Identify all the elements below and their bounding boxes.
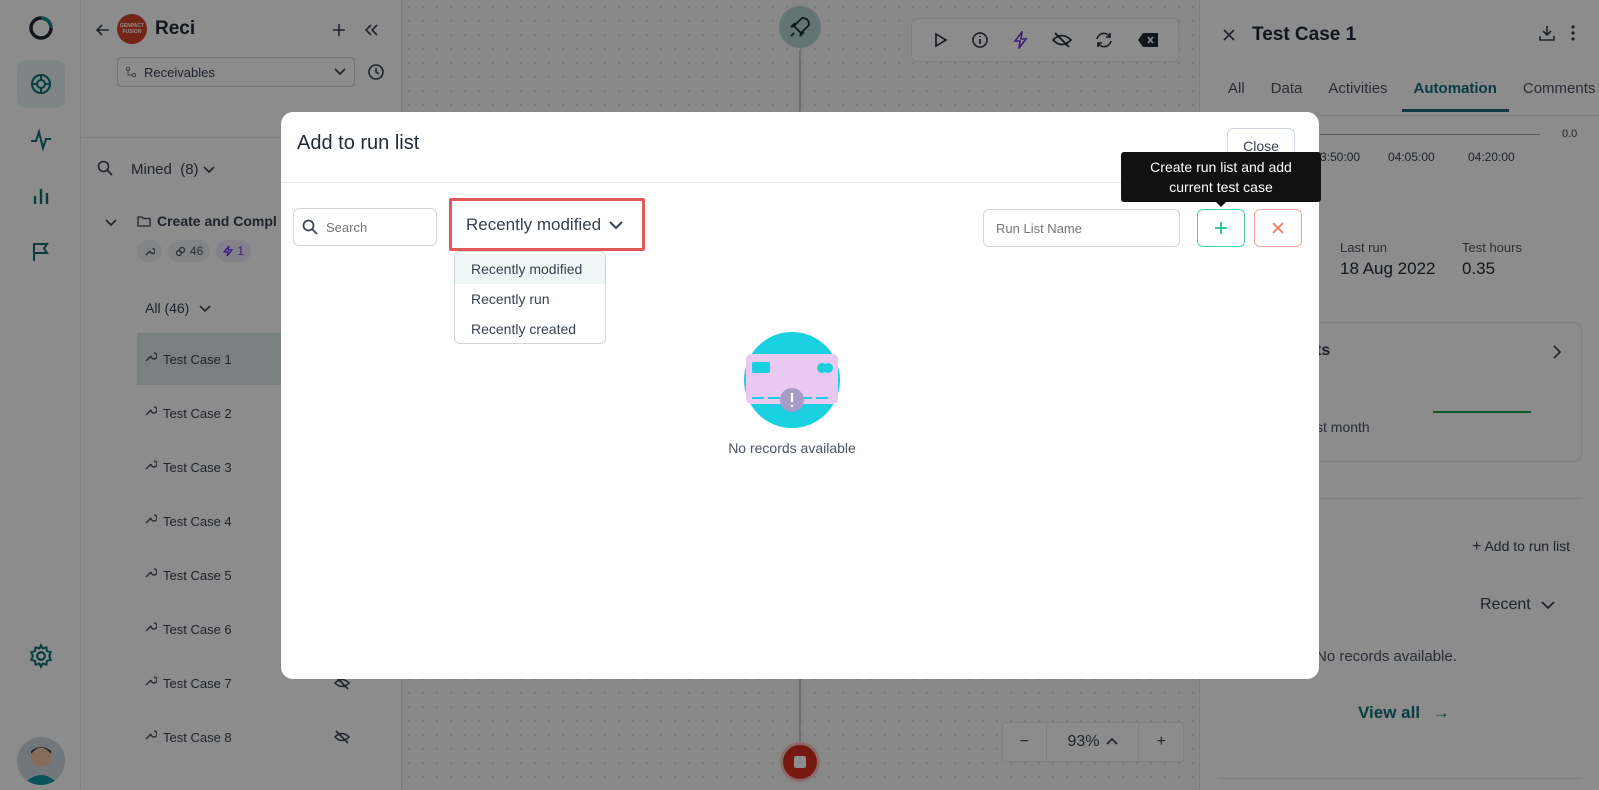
- create-run-list-tooltip: Create run list and add current test cas…: [1121, 152, 1321, 202]
- sort-option-recently-modified[interactable]: Recently modified: [455, 254, 605, 284]
- plus-icon: [1215, 222, 1227, 234]
- sort-option-recently-run[interactable]: Recently run: [455, 284, 605, 314]
- create-run-list-button[interactable]: [1197, 209, 1245, 247]
- tooltip-arrow: [1215, 201, 1227, 207]
- sort-select[interactable]: Recently modified: [449, 198, 645, 251]
- dialog-title: Add to run list: [297, 132, 420, 154]
- search-box[interactable]: [293, 208, 437, 246]
- sort-option-recently-created[interactable]: Recently created: [455, 314, 605, 344]
- empty-state-card-icon: [742, 330, 842, 430]
- sort-selected-value: Recently modified: [466, 214, 602, 234]
- run-list-name-field[interactable]: [983, 209, 1180, 247]
- search-icon: [302, 219, 318, 235]
- search-input[interactable]: [326, 219, 426, 235]
- add-to-run-list-dialog: Add to run list Close Recently modified …: [281, 112, 1321, 679]
- chevron-down-icon: [609, 220, 623, 229]
- close-icon: [1272, 222, 1284, 234]
- run-list-name-input[interactable]: [996, 220, 1166, 236]
- cancel-run-list-button[interactable]: [1254, 209, 1302, 247]
- sort-dropdown-menu: Recently modified Recently run Recently …: [454, 251, 606, 344]
- empty-state-text: No records available: [728, 440, 856, 456]
